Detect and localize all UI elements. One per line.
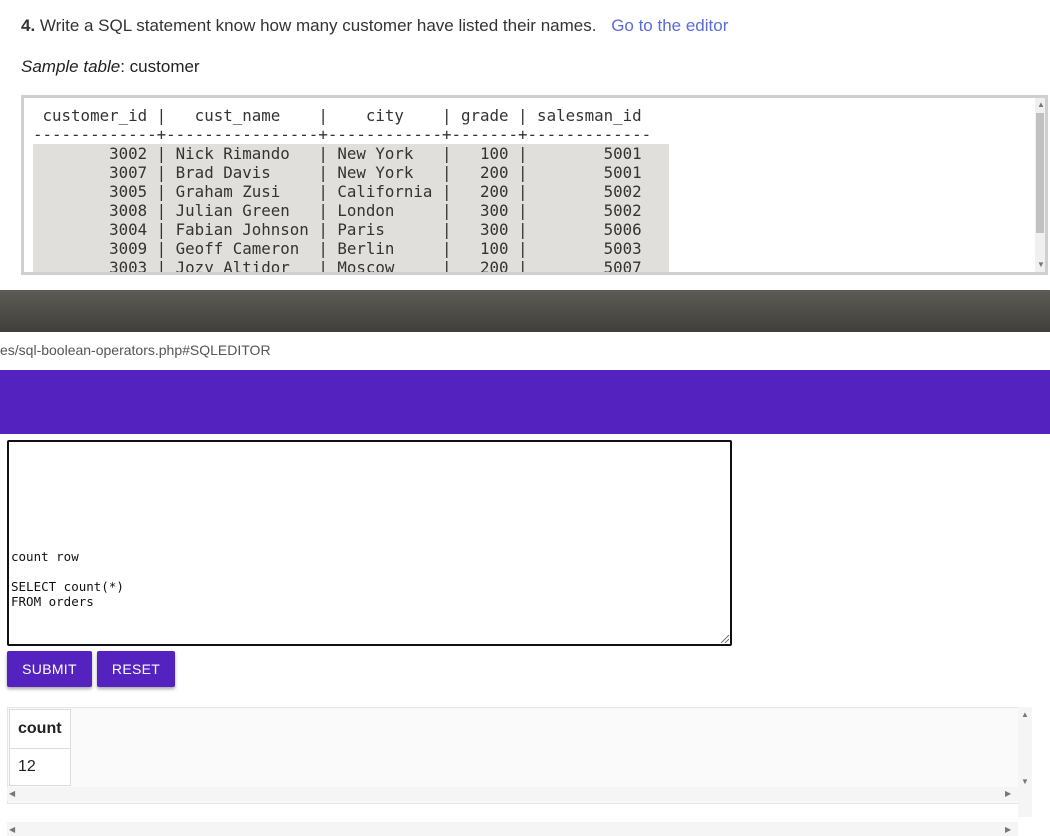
submit-button[interactable]: SUBMIT bbox=[7, 651, 92, 687]
question-body: Write a SQL statement know how many cust… bbox=[39, 16, 597, 35]
scrollbar-thumb[interactable] bbox=[1036, 113, 1044, 233]
scroll-left-arrow-icon[interactable]: ◀ bbox=[9, 789, 15, 798]
sample-table-name: : customer bbox=[120, 57, 200, 76]
scroll-up-arrow-icon[interactable]: ▲ bbox=[1021, 710, 1029, 719]
scroll-right-arrow-icon[interactable]: ▶ bbox=[1005, 789, 1011, 798]
result-header-row: count bbox=[9, 709, 71, 749]
url-bar: es/sql-boolean-operators.php#SQLEDITOR bbox=[0, 332, 1050, 370]
codebox-vertical-scrollbar[interactable]: ▲ ▼ bbox=[1035, 98, 1045, 272]
question-text: 4. Write a SQL statement know how many c… bbox=[21, 16, 728, 36]
resize-handle-icon[interactable] bbox=[721, 635, 729, 643]
url-text: es/sql-boolean-operators.php#SQLEDITOR bbox=[0, 342, 271, 358]
table-row: 12 bbox=[9, 748, 71, 786]
scroll-down-arrow-icon[interactable]: ▼ bbox=[1021, 777, 1029, 786]
sql-editor-textarea[interactable]: count row SELECT count(*) FROM orders bbox=[7, 440, 732, 646]
scroll-left-arrow-icon[interactable]: ◀ bbox=[9, 825, 15, 834]
go-to-editor-link[interactable]: Go to the editor bbox=[611, 16, 728, 35]
scroll-down-arrow-icon[interactable]: ▼ bbox=[1037, 260, 1045, 269]
page-horizontal-scrollbar[interactable]: ◀ ▶ bbox=[7, 822, 1018, 836]
window-divider bbox=[0, 290, 1050, 332]
exercise-pane: 4. Write a SQL statement know how many c… bbox=[0, 0, 1050, 290]
sample-table-label: Sample table bbox=[21, 57, 121, 76]
result-vertical-scrollbar[interactable]: ▲ ▼ bbox=[1018, 707, 1032, 817]
sql-editor-content: count row SELECT count(*) FROM orders bbox=[11, 549, 124, 609]
reset-button[interactable]: RESET bbox=[97, 651, 175, 687]
sample-table-text: customer_id | cust_name | city | grade |… bbox=[33, 106, 652, 275]
result-table: count 12 bbox=[9, 709, 71, 786]
result-horizontal-scrollbar[interactable]: ◀ ▶ bbox=[7, 787, 1018, 801]
question-number: 4. bbox=[21, 16, 36, 35]
sample-table-caption: Sample table: customer bbox=[21, 57, 200, 77]
result-column-header: count bbox=[9, 709, 71, 749]
scroll-up-arrow-icon[interactable]: ▲ bbox=[1037, 100, 1045, 109]
editor-header-bar bbox=[0, 370, 1050, 434]
scroll-right-arrow-icon[interactable]: ▶ bbox=[1005, 825, 1011, 834]
sample-table-codebox[interactable]: customer_id | cust_name | city | grade |… bbox=[21, 95, 1048, 275]
result-cell: 12 bbox=[9, 748, 71, 786]
